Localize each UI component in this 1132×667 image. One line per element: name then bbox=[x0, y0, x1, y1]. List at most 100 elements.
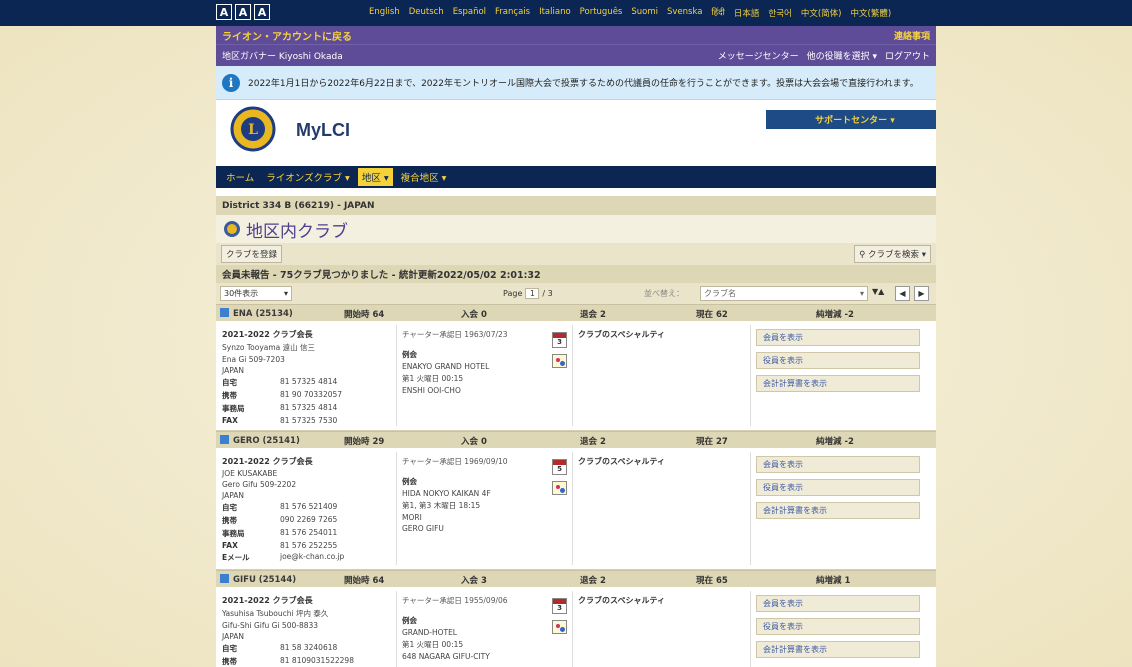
view-members-button[interactable]: 会員を表示 bbox=[756, 329, 920, 346]
meeting-line: GERO GIFU bbox=[402, 524, 444, 533]
logout-link[interactable]: ログアウト bbox=[885, 49, 930, 62]
stat-left: 退会 2 bbox=[580, 437, 606, 447]
per-page-select[interactable]: 30件表示 ▾ bbox=[220, 286, 292, 301]
club-name-link[interactable]: GIFU (25144) bbox=[233, 575, 296, 585]
lang-suomi[interactable]: Suomi bbox=[631, 7, 658, 19]
club-header: GERO (25141) 開始時 29 入会 0 退会 2 現在 27 純増減 … bbox=[216, 431, 936, 448]
view-officers-button[interactable]: 役員を表示 bbox=[756, 352, 920, 369]
stat-start: 開始時 64 bbox=[344, 576, 385, 586]
contact-row: Eメール joe@k-chan.co.jp bbox=[222, 552, 400, 563]
contact-value: 81 576 252255 bbox=[280, 541, 338, 550]
lang-francais[interactable]: Français bbox=[495, 7, 530, 19]
president-line: JOE KUSAKABE bbox=[222, 469, 278, 478]
stat-net: 純増減 -2 bbox=[816, 437, 854, 447]
next-page-button[interactable]: ▶ bbox=[914, 286, 929, 301]
lang-english[interactable]: English bbox=[369, 7, 400, 19]
sort-direction-toggle[interactable]: ▼▲ bbox=[872, 287, 884, 296]
toolbar: クラブを登録 ⚲ クラブを検索 ▾ bbox=[216, 243, 936, 265]
account-bar: ライオン・アカウントに戻る 連絡事項 bbox=[216, 26, 936, 44]
contact-key: Eメール bbox=[222, 553, 250, 562]
back-to-lion-account-link[interactable]: ライオン・アカウントに戻る bbox=[222, 28, 352, 43]
per-page-value: 30件表示 bbox=[224, 289, 259, 298]
calendar-icon[interactable]: 5 bbox=[552, 459, 567, 475]
lang-korean[interactable]: 한국어 bbox=[768, 7, 791, 19]
president-title: 2021-2022 クラブ会長 bbox=[222, 330, 313, 339]
nav-lions-clubs[interactable]: ライオンズクラブ ▾ bbox=[262, 168, 354, 186]
club-list: ENA (25134) 開始時 64 入会 0 退会 2 現在 62 純増減 -… bbox=[216, 304, 936, 667]
stat-net: 純増減 -2 bbox=[816, 310, 854, 320]
stat-current: 現在 62 bbox=[696, 310, 728, 320]
contact-value: 81 8109031522298 bbox=[280, 656, 354, 665]
club-specialty: クラブのスペシャルティ bbox=[578, 457, 665, 466]
contact-row: 携帯 090 2269 7265 bbox=[222, 515, 400, 526]
search-club-label: クラブを検索 ▾ bbox=[868, 250, 926, 260]
stat-joined: 入会 3 bbox=[461, 576, 487, 586]
contact-key: 事務局 bbox=[222, 404, 245, 413]
page-number-input[interactable]: 1 bbox=[525, 288, 540, 299]
club-name-link[interactable]: ENA (25134) bbox=[233, 309, 293, 319]
search-club-button[interactable]: ⚲ クラブを検索 ▾ bbox=[854, 245, 931, 263]
lang-chinese-traditional[interactable]: 中文(繁體) bbox=[851, 7, 892, 19]
prev-page-button[interactable]: ◀ bbox=[895, 286, 910, 301]
lang-portugues[interactable]: Português bbox=[580, 7, 623, 19]
contact-key: 携帯 bbox=[222, 657, 237, 666]
charter-date: チャーター承認日 1969/09/10 bbox=[402, 457, 508, 466]
club-name-link[interactable]: GERO (25141) bbox=[233, 436, 300, 446]
top-bar: A A A English Deutsch Español Français I… bbox=[0, 0, 1132, 26]
divider bbox=[396, 325, 397, 426]
lang-hindi[interactable]: हिंदी bbox=[711, 7, 724, 19]
lang-japanese[interactable]: 日本語 bbox=[734, 7, 760, 19]
lang-svenska[interactable]: Svenska bbox=[667, 7, 702, 19]
view-members-button[interactable]: 会員を表示 bbox=[756, 456, 920, 473]
calendar-icon[interactable]: 3 bbox=[552, 332, 567, 348]
club-header: GIFU (25144) 開始時 64 入会 3 退会 2 現在 65 純増減 … bbox=[216, 570, 936, 587]
register-club-button[interactable]: クラブを登録 bbox=[221, 245, 283, 263]
lang-italiano[interactable]: Italiano bbox=[539, 7, 571, 19]
club-document-icon[interactable] bbox=[552, 354, 567, 368]
font-size-medium-button[interactable]: A bbox=[235, 4, 251, 20]
info-banner: i 2022年1月1日から2022年6月22日まで、2022年モントリオール国際… bbox=[216, 66, 936, 100]
font-size-large-button[interactable]: A bbox=[254, 4, 270, 20]
lang-espanol[interactable]: Español bbox=[453, 7, 486, 19]
view-financial-report-button[interactable]: 会計計算書を表示 bbox=[756, 502, 920, 519]
meeting-label: 例会 bbox=[402, 350, 417, 359]
view-members-button[interactable]: 会員を表示 bbox=[756, 595, 920, 612]
view-financial-report-button[interactable]: 会計計算書を表示 bbox=[756, 375, 920, 392]
contact-email-link[interactable]: joe@k-chan.co.jp bbox=[280, 552, 344, 563]
club-card-gifu: GIFU (25144) 開始時 64 入会 3 退会 2 現在 65 純増減 … bbox=[216, 570, 936, 667]
font-size-controls: A A A bbox=[216, 4, 270, 20]
stat-joined: 入会 0 bbox=[461, 437, 487, 447]
sort-select[interactable]: クラブ名 ▾ bbox=[700, 286, 868, 301]
nav-home[interactable]: ホーム bbox=[222, 168, 258, 186]
font-size-small-button[interactable]: A bbox=[216, 4, 232, 20]
nav-multiple-district[interactable]: 複合地区 ▾ bbox=[397, 168, 451, 186]
contact-row: 事務局 81 57325 4814 bbox=[222, 403, 400, 414]
contact-row: 事務局 81 576 254011 bbox=[222, 528, 400, 539]
charter-date: チャーター承認日 1963/07/23 bbox=[402, 330, 508, 339]
lang-deutsch[interactable]: Deutsch bbox=[409, 7, 444, 19]
support-center-button[interactable]: サポートセンター ▾ bbox=[766, 110, 936, 129]
meeting-info: チャーター承認日 1955/09/06 例会 GRAND-HOTEL 第1 火曜… bbox=[402, 595, 550, 661]
club-specialty: クラブのスペシャルティ bbox=[578, 596, 665, 605]
lang-chinese-simplified[interactable]: 中文(简体) bbox=[801, 7, 842, 19]
contact-link[interactable]: 連絡事項 bbox=[894, 29, 930, 42]
contact-value: 090 2269 7265 bbox=[280, 515, 338, 524]
club-title: ENA (25134) bbox=[220, 308, 293, 319]
contact-key: 自宅 bbox=[222, 644, 237, 653]
select-role-menu[interactable]: 他の役職を選択 ▾ bbox=[807, 49, 877, 62]
stat-start: 開始時 29 bbox=[344, 437, 385, 447]
contact-row: FAX 81 57325 7530 bbox=[222, 416, 400, 425]
nav-district[interactable]: 地区 ▾ bbox=[357, 168, 393, 186]
club-document-icon[interactable] bbox=[552, 620, 567, 634]
club-document-icon[interactable] bbox=[552, 481, 567, 495]
contact-row: 携帯 81 90 70332057 bbox=[222, 390, 400, 401]
info-icon: i bbox=[222, 73, 240, 92]
message-center-link[interactable]: メッセージセンター bbox=[718, 49, 799, 62]
view-officers-button[interactable]: 役員を表示 bbox=[756, 479, 920, 496]
calendar-icon[interactable]: 3 bbox=[552, 598, 567, 614]
calendar-day: 5 bbox=[557, 465, 562, 473]
view-financial-report-button[interactable]: 会計計算書を表示 bbox=[756, 641, 920, 658]
president-line: Synzo Tooyama 遠山 信三 bbox=[222, 343, 316, 352]
view-officers-button[interactable]: 役員を表示 bbox=[756, 618, 920, 635]
page-title: 地区内クラブ bbox=[246, 221, 348, 242]
